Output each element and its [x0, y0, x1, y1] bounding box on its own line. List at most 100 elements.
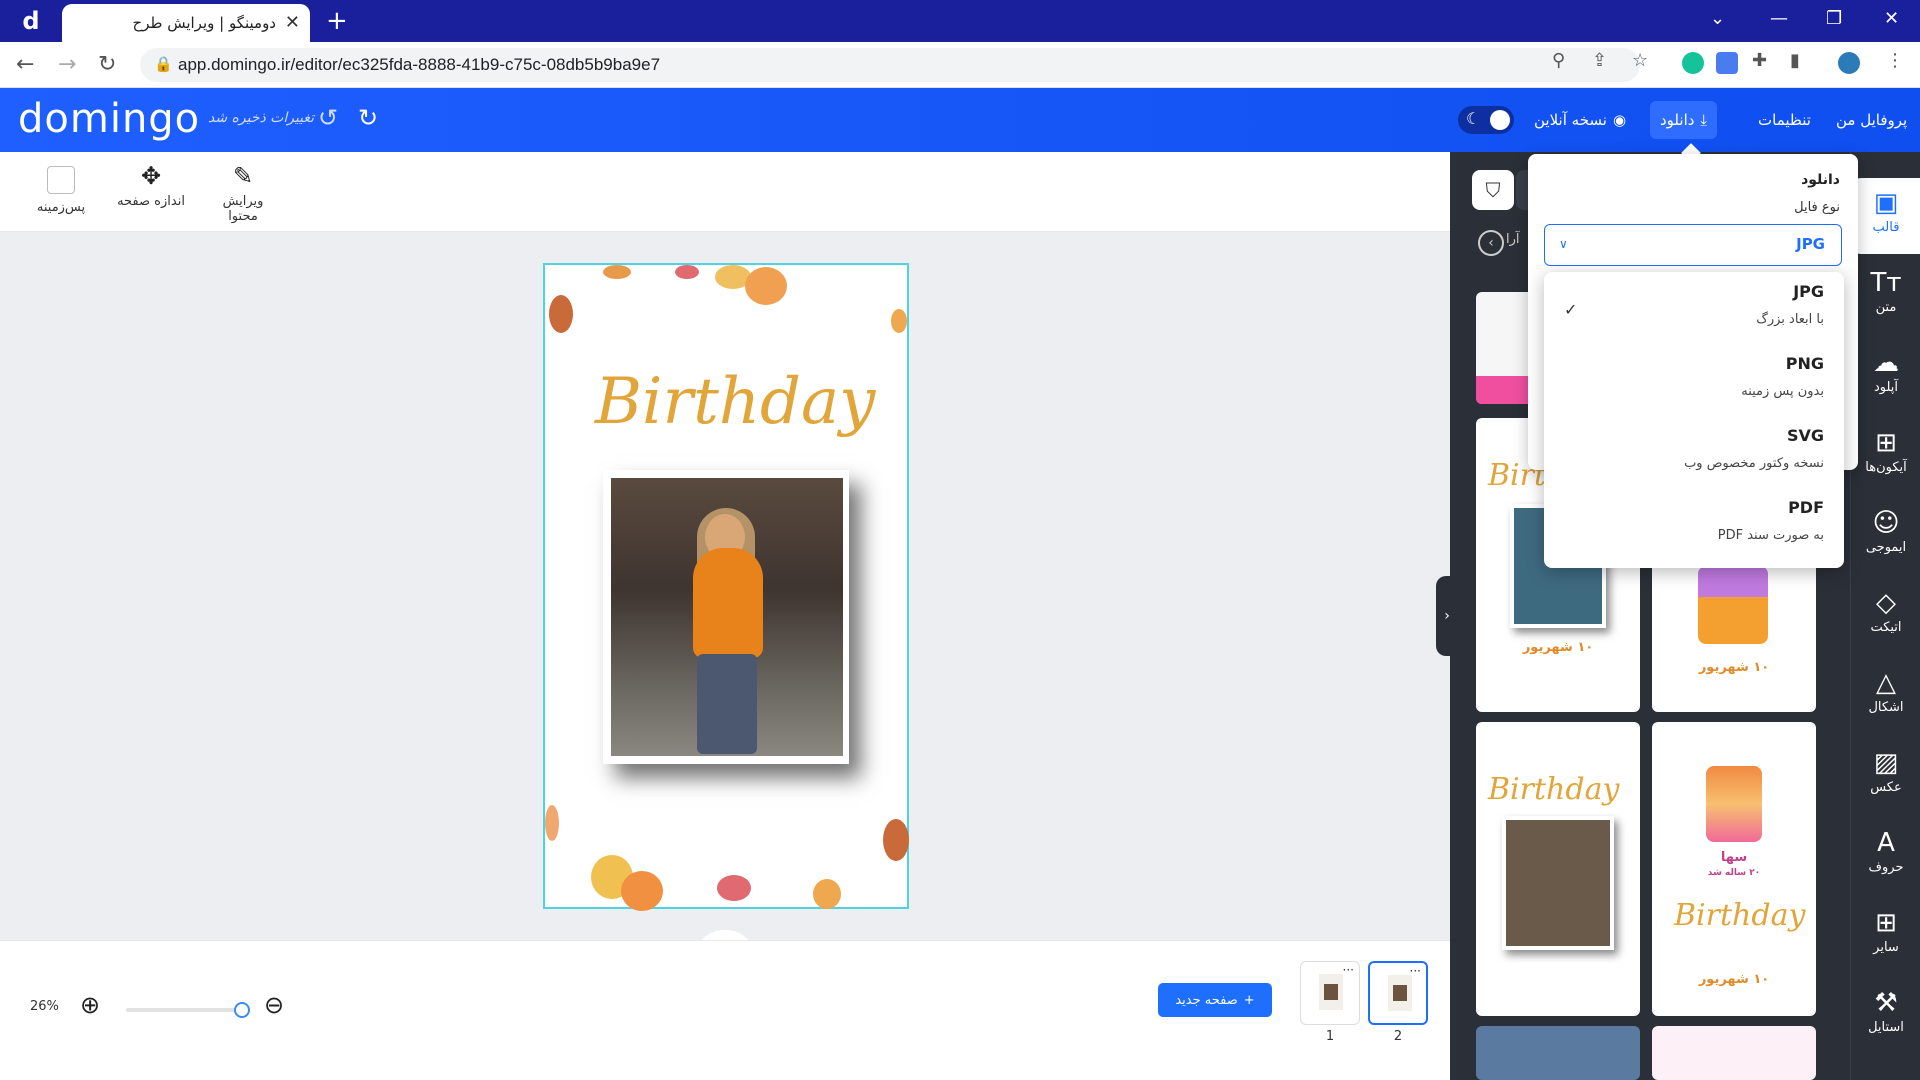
back-arrow-icon[interactable]: ← — [16, 52, 34, 77]
option-desc: به صورت سند PDF — [1717, 528, 1824, 543]
option-desc: بدون پس زمینه — [1741, 384, 1824, 399]
undo-icon[interactable]: ↺ — [318, 104, 338, 132]
lock-icon: 🔒 — [154, 55, 173, 73]
template-card[interactable]: سها ۲۰ ساله شد Birthday ۱۰ شهریور — [1652, 722, 1816, 1016]
file-type-select[interactable]: JPG ∨ — [1544, 224, 1842, 266]
rail-label: استایل — [1868, 1020, 1904, 1035]
back-label[interactable]: آرا — [1506, 232, 1520, 247]
domingo-favicon-icon: d — [22, 7, 40, 35]
save-status: تغییرات ذخیره شد — [208, 110, 315, 126]
rail-item-style[interactable]: ⚒ استایل — [1851, 986, 1920, 1035]
moon-icon: ☾ — [1466, 109, 1481, 128]
dark-mode-toggle[interactable]: ☾ — [1458, 106, 1514, 134]
download-button[interactable]: ⤓ دانلود — [1650, 101, 1718, 139]
rail-label: حروف — [1868, 860, 1904, 875]
file-type-option-svg[interactable]: SVG نسخه وکتور مخصوص وب — [1544, 416, 1844, 486]
rail-item-sticker[interactable]: ◇ اتیکت — [1851, 586, 1920, 635]
rail-item-template[interactable]: ▣ قالب — [1851, 178, 1920, 254]
rail-item-letters[interactable]: A حروف — [1851, 826, 1920, 875]
filter-icon[interactable]: ⛉ — [1472, 170, 1514, 210]
template-card[interactable]: Birthday — [1476, 722, 1640, 1016]
rail-item-icons[interactable]: ⊞ آیکون‌ها — [1851, 426, 1920, 475]
file-type-option-jpg[interactable]: JPG با ابعاد بزرگ ✓ — [1544, 272, 1844, 342]
shapes-icon: △ — [1876, 668, 1896, 698]
cookie-decoration — [883, 819, 909, 861]
star-icon[interactable]: ☆ — [1632, 50, 1648, 71]
photo-frame[interactable] — [603, 470, 849, 764]
template-birthday-text: Birthday — [1488, 772, 1620, 807]
chevron-down-icon: ∨ — [1559, 237, 1568, 251]
rail-item-emoji[interactable]: ☺ ایموجی — [1851, 506, 1920, 555]
share-icon[interactable]: ⇪ — [1592, 50, 1607, 71]
background-label: پس‌زمینه — [36, 200, 86, 215]
zoom-in-icon[interactable]: ⊕ — [80, 991, 100, 1019]
tag-icon: ◇ — [1876, 588, 1896, 618]
balloon-decoration — [621, 871, 663, 911]
page-options-icon[interactable]: ··· — [1343, 963, 1354, 977]
search-icon[interactable]: ⚲ — [1552, 50, 1565, 71]
design-page[interactable]: Birthday — [543, 263, 909, 911]
profile-button[interactable]: پروفایل من — [1826, 101, 1917, 139]
photo-hoodie — [693, 548, 763, 658]
zoom-slider[interactable] — [126, 1002, 250, 1018]
forward-arrow-icon[interactable]: → — [58, 52, 76, 77]
browser-tab[interactable]: دومینگو | ویرایش طرح ✕ — [62, 4, 310, 42]
zoom-value: 26% — [30, 999, 59, 1014]
edit-content-tool[interactable]: ✎ ویرایش محتوا — [208, 162, 278, 224]
checkmark-icon: ✓ — [1564, 300, 1578, 319]
panel-toggle-chevron-icon[interactable]: › — [1436, 576, 1458, 656]
rail-label: عکس — [1870, 780, 1902, 795]
rail-item-upload[interactable]: ☁ آپلود — [1851, 346, 1920, 395]
page-size-tool[interactable]: ✥ اندازه صفحه — [116, 162, 186, 209]
paint-roller-icon: ⚒ — [1874, 988, 1898, 1018]
tab-title: دومینگو | ویرایش طرح — [132, 14, 276, 32]
template-date: ۱۰ شهریور — [1698, 972, 1770, 987]
option-name: JPG — [1793, 282, 1824, 301]
close-tab-icon[interactable]: ✕ — [285, 12, 300, 33]
background-swatch — [47, 166, 75, 194]
rail-item-photo[interactable]: ▨ عکس — [1851, 746, 1920, 795]
birthday-text[interactable]: Birthday — [595, 365, 875, 439]
template-card[interactable] — [1476, 1026, 1640, 1080]
side-panel-icon[interactable]: ▮ — [1790, 50, 1800, 71]
profile-avatar[interactable] — [1838, 52, 1860, 74]
new-tab-icon[interactable]: + — [326, 6, 348, 36]
template-birthday-text: Birthday — [1674, 898, 1806, 933]
minimize-icon[interactable]: — — [1770, 8, 1788, 29]
tab-search-icon[interactable]: ⌄ — [1710, 8, 1725, 29]
url-field[interactable]: 🔒 app.domingo.ir/editor/ec325fda-8888-41… — [140, 48, 1640, 82]
redo-icon[interactable]: ↻ — [358, 104, 378, 132]
template-photo — [1502, 816, 1614, 950]
extensions-puzzle-icon[interactable]: ✚ — [1752, 50, 1767, 71]
page-thumbnail[interactable]: ··· — [1300, 961, 1360, 1025]
pencil-icon: ✎ — [232, 162, 254, 190]
file-type-option-png[interactable]: PNG بدون پس زمینه — [1544, 344, 1844, 414]
side-rail: ▣ قالب Tт متن ☁ آپلود ⊞ آیکون‌ها ☺ ایموج… — [1850, 152, 1920, 1080]
toggle-knob — [1490, 110, 1510, 130]
upload-icon: ☁ — [1873, 348, 1899, 378]
domingo-logo[interactable]: domingo — [18, 96, 200, 142]
restore-icon[interactable]: ❐ — [1826, 8, 1842, 29]
online-version-button[interactable]: ◉ نسخه آنلاین — [1524, 101, 1636, 139]
page-thumbnail-selected[interactable]: ··· — [1368, 961, 1428, 1025]
settings-button[interactable]: تنظیمات — [1748, 101, 1821, 139]
more-menu-icon[interactable]: ⋮ — [1886, 50, 1904, 71]
page-preview — [1388, 975, 1412, 1011]
new-page-button[interactable]: + صفحه جدید — [1158, 983, 1272, 1017]
file-type-option-pdf[interactable]: PDF به صورت سند PDF — [1544, 488, 1844, 558]
rail-item-shapes[interactable]: △ اشکال — [1851, 666, 1920, 715]
template-card[interactable] — [1652, 1026, 1816, 1080]
rail-label: سایر — [1873, 940, 1899, 955]
close-window-icon[interactable]: ✕ — [1884, 8, 1899, 29]
grammarly-extension-icon[interactable] — [1682, 52, 1704, 74]
reload-icon[interactable]: ↻ — [98, 52, 116, 77]
back-circle-icon[interactable]: ‹ — [1478, 230, 1504, 256]
background-tool[interactable]: پس‌زمینه — [26, 162, 96, 215]
page-number: 2 — [1393, 1029, 1403, 1044]
letters-icon: A — [1877, 828, 1895, 858]
zoom-out-icon[interactable]: ⊖ — [264, 991, 284, 1019]
zoom-slider-thumb[interactable] — [234, 1002, 250, 1018]
translate-extension-icon[interactable] — [1716, 52, 1738, 74]
rail-item-more[interactable]: ⊞ سایر — [1851, 906, 1920, 955]
rail-item-text[interactable]: Tт متن — [1851, 266, 1920, 315]
